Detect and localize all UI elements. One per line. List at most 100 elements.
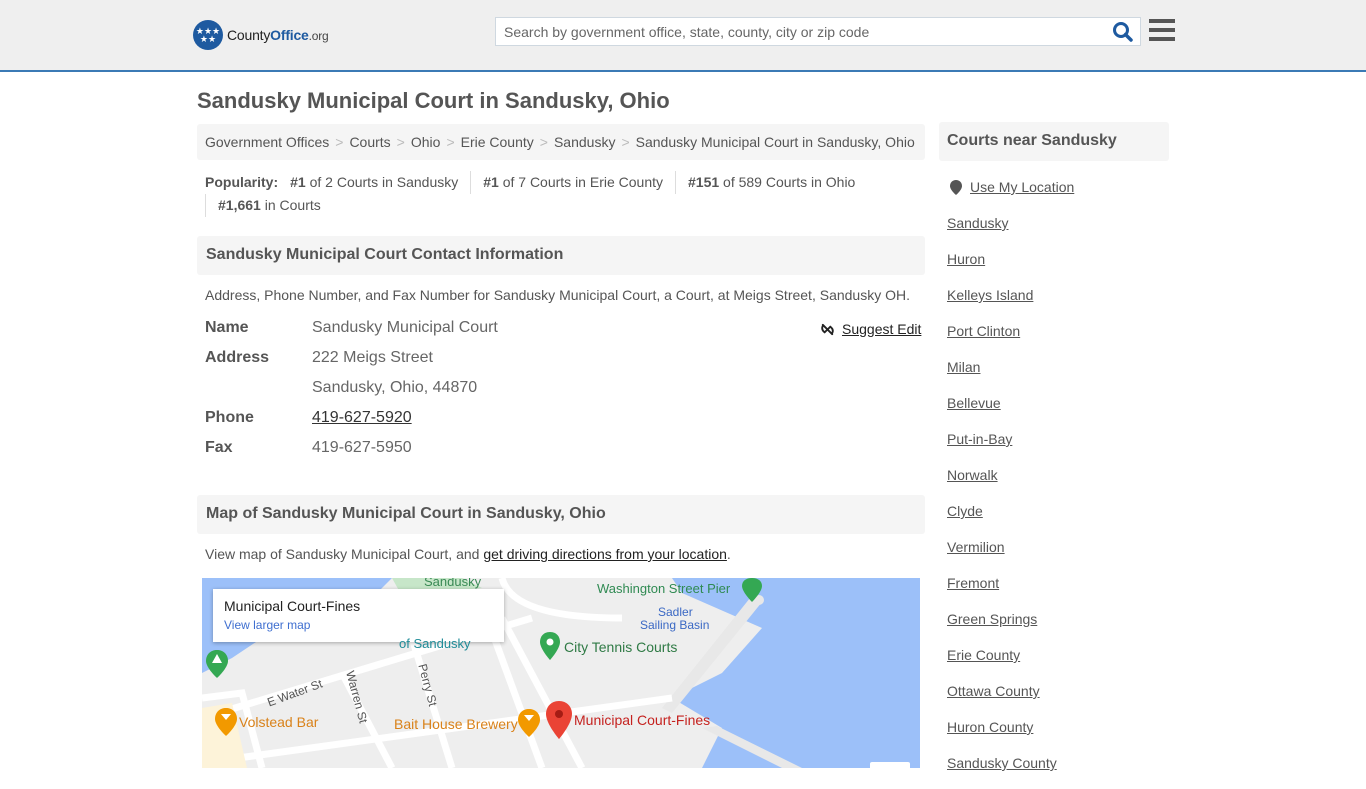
list-item: Sandusky County — [947, 753, 1057, 789]
view-larger-map-link[interactable]: View larger map — [224, 618, 493, 632]
map-label-washington-pier: Washington Street Pier — [597, 581, 731, 596]
popularity-label: Popularity: — [205, 174, 279, 190]
popularity-item: #1,661 in Courts — [205, 194, 333, 217]
list-item: Put-in-Bay — [947, 429, 1057, 465]
map-description: View map of Sandusky Municipal Court, an… — [205, 546, 731, 562]
nearby-link-clyde[interactable]: Clyde — [947, 503, 983, 519]
address-line2: Sandusky, Ohio, 44870 — [312, 379, 478, 396]
search-button[interactable] — [1112, 21, 1134, 43]
fax-row: Fax 419-627-5950 — [205, 436, 925, 466]
page-title: Sandusky Municipal Court in Sandusky, Oh… — [197, 88, 670, 113]
popularity-item: #1 of 2 Courts in Sandusky — [290, 174, 459, 190]
park-pin-icon[interactable] — [206, 650, 228, 678]
pier-pin-icon[interactable] — [742, 578, 762, 602]
list-item: Bellevue — [947, 393, 1057, 429]
nearby-link-vermilion[interactable]: Vermilion — [947, 539, 1005, 555]
breadcrumb-sandusky[interactable]: Sandusky — [554, 134, 615, 150]
popularity-item: #1 of 7 Courts in Erie County — [470, 171, 675, 194]
site-header: ★★★ ★★ CountyOffice.org — [0, 0, 1366, 72]
embedded-map[interactable]: Municipal Court-Fines View larger map Sa… — [202, 578, 920, 768]
tennis-courts-pin-icon[interactable] — [540, 632, 560, 660]
site-logo[interactable]: ★★★ ★★ CountyOffice.org — [193, 20, 329, 50]
nearby-link-put-in-bay[interactable]: Put-in-Bay — [947, 431, 1012, 447]
map-heading: Map of Sandusky Municipal Court in Sandu… — [197, 495, 925, 534]
list-item: Sandusky — [947, 213, 1057, 249]
list-item: Port Clinton — [947, 321, 1057, 357]
phone-link[interactable]: 419-627-5920 — [312, 409, 412, 426]
sidebar-heading: Courts near Sandusky — [939, 122, 1169, 161]
hamburger-menu-icon[interactable] — [1149, 19, 1175, 41]
breadcrumb-separator: > — [539, 134, 548, 150]
phone-row: Phone 419-627-5920 — [205, 409, 412, 426]
search-box — [495, 17, 1141, 46]
breadcrumb-erie-county[interactable]: Erie County — [461, 134, 534, 150]
logo-text: CountyOffice.org — [227, 27, 329, 43]
list-item: Huron County — [947, 717, 1057, 753]
address-row-2: Sandusky, Ohio, 44870 — [205, 376, 925, 406]
search-input[interactable] — [496, 18, 1096, 45]
breadcrumb: Government Offices > Courts > Ohio > Erie Coun… — [197, 124, 925, 160]
nearby-link-port-clinton[interactable]: Port Clinton — [947, 323, 1020, 339]
nearby-link-ottawa-county[interactable]: Ottawa County — [947, 683, 1040, 699]
use-my-location-link[interactable]: Use My Location — [970, 179, 1074, 195]
contact-heading: Sandusky Municipal Court Contact Informa… — [197, 236, 925, 275]
suggest-edit-link[interactable]: Suggest Edit — [842, 321, 921, 337]
map-label-sadler: Sadler — [658, 605, 693, 619]
list-item: Fremont — [947, 573, 1057, 609]
brewery-pin-icon[interactable] — [518, 709, 540, 737]
list-item: Milan — [947, 357, 1057, 393]
nearby-link-green-springs[interactable]: Green Springs — [947, 611, 1037, 627]
search-icon — [1113, 22, 1133, 42]
map-marker-icon — [950, 179, 962, 195]
map-label-bait-house: Bait House Brewery — [394, 716, 518, 732]
breadcrumb-ohio[interactable]: Ohio — [411, 134, 441, 150]
list-item: Vermilion — [947, 537, 1057, 573]
breadcrumb-courts[interactable]: Courts — [349, 134, 390, 150]
nearby-link-fremont[interactable]: Fremont — [947, 575, 999, 591]
address-line1: 222 Meigs Street — [312, 349, 433, 366]
map-label-court-pin: Municipal Court-Fines — [574, 712, 711, 728]
court-location-pin-icon[interactable] — [546, 701, 572, 739]
list-item: Kelleys Island — [947, 285, 1057, 321]
broken-link-icon — [821, 323, 834, 335]
popularity-rankings: Popularity: #1 of 2 Courts in Sandusky #1 … — [205, 171, 925, 217]
list-item: Clyde — [947, 501, 1057, 537]
nearby-link-milan[interactable]: Milan — [947, 359, 980, 375]
list-item: Ottawa County — [947, 681, 1057, 717]
popularity-item: #151 of 589 Courts in Ohio — [675, 171, 867, 194]
nearby-link-huron-county[interactable]: Huron County — [947, 719, 1033, 735]
breadcrumb-separator: > — [446, 134, 455, 150]
name-row: Name Sandusky Municipal Court — [205, 316, 925, 346]
fax-value: 419-627-5950 — [312, 439, 412, 456]
list-item: Huron — [947, 249, 1057, 285]
driving-directions-link[interactable]: get driving directions from your locatio… — [483, 546, 727, 562]
map-info-card: Municipal Court-Fines View larger map — [213, 589, 504, 642]
breadcrumb-government-offices[interactable]: Government Offices — [205, 134, 329, 150]
nearby-courts-list: Sandusky Huron Kelleys Island Port Clint… — [947, 213, 1057, 789]
eagle-logo-icon: ★★★ ★★ — [193, 20, 223, 50]
bar-pin-icon[interactable] — [215, 708, 237, 736]
breadcrumb-separator: > — [335, 134, 344, 150]
map-label-sailing-basin: Sailing Basin — [640, 618, 710, 632]
nearby-link-huron[interactable]: Huron — [947, 251, 985, 267]
list-item: Norwalk — [947, 465, 1057, 501]
map-label-sandusky: Sandusky — [424, 578, 482, 589]
map-card-title: Municipal Court-Fines — [224, 598, 361, 614]
map-zoom-control[interactable] — [870, 762, 910, 768]
court-name: Sandusky Municipal Court — [312, 319, 498, 336]
suggest-edit: Suggest Edit — [820, 321, 921, 337]
contact-info: Name Sandusky Municipal Court Address 222 … — [205, 316, 925, 466]
map-label-of-sandusky: of Sandusky — [399, 636, 471, 651]
list-item: Erie County — [947, 645, 1057, 681]
breadcrumb-separator: > — [396, 134, 405, 150]
address-row: Address 222 Meigs Street — [205, 346, 925, 376]
nearby-link-sandusky-county[interactable]: Sandusky County — [947, 755, 1057, 771]
nearby-link-norwalk[interactable]: Norwalk — [947, 467, 998, 483]
nearby-link-erie-county[interactable]: Erie County — [947, 647, 1020, 663]
use-my-location: Use My Location — [950, 179, 1074, 195]
nearby-link-bellevue[interactable]: Bellevue — [947, 395, 1001, 411]
list-item: Green Springs — [947, 609, 1057, 645]
nearby-link-kelleys-island[interactable]: Kelleys Island — [947, 287, 1033, 303]
nearby-link-sandusky[interactable]: Sandusky — [947, 215, 1008, 231]
lake-water — [672, 578, 920, 768]
